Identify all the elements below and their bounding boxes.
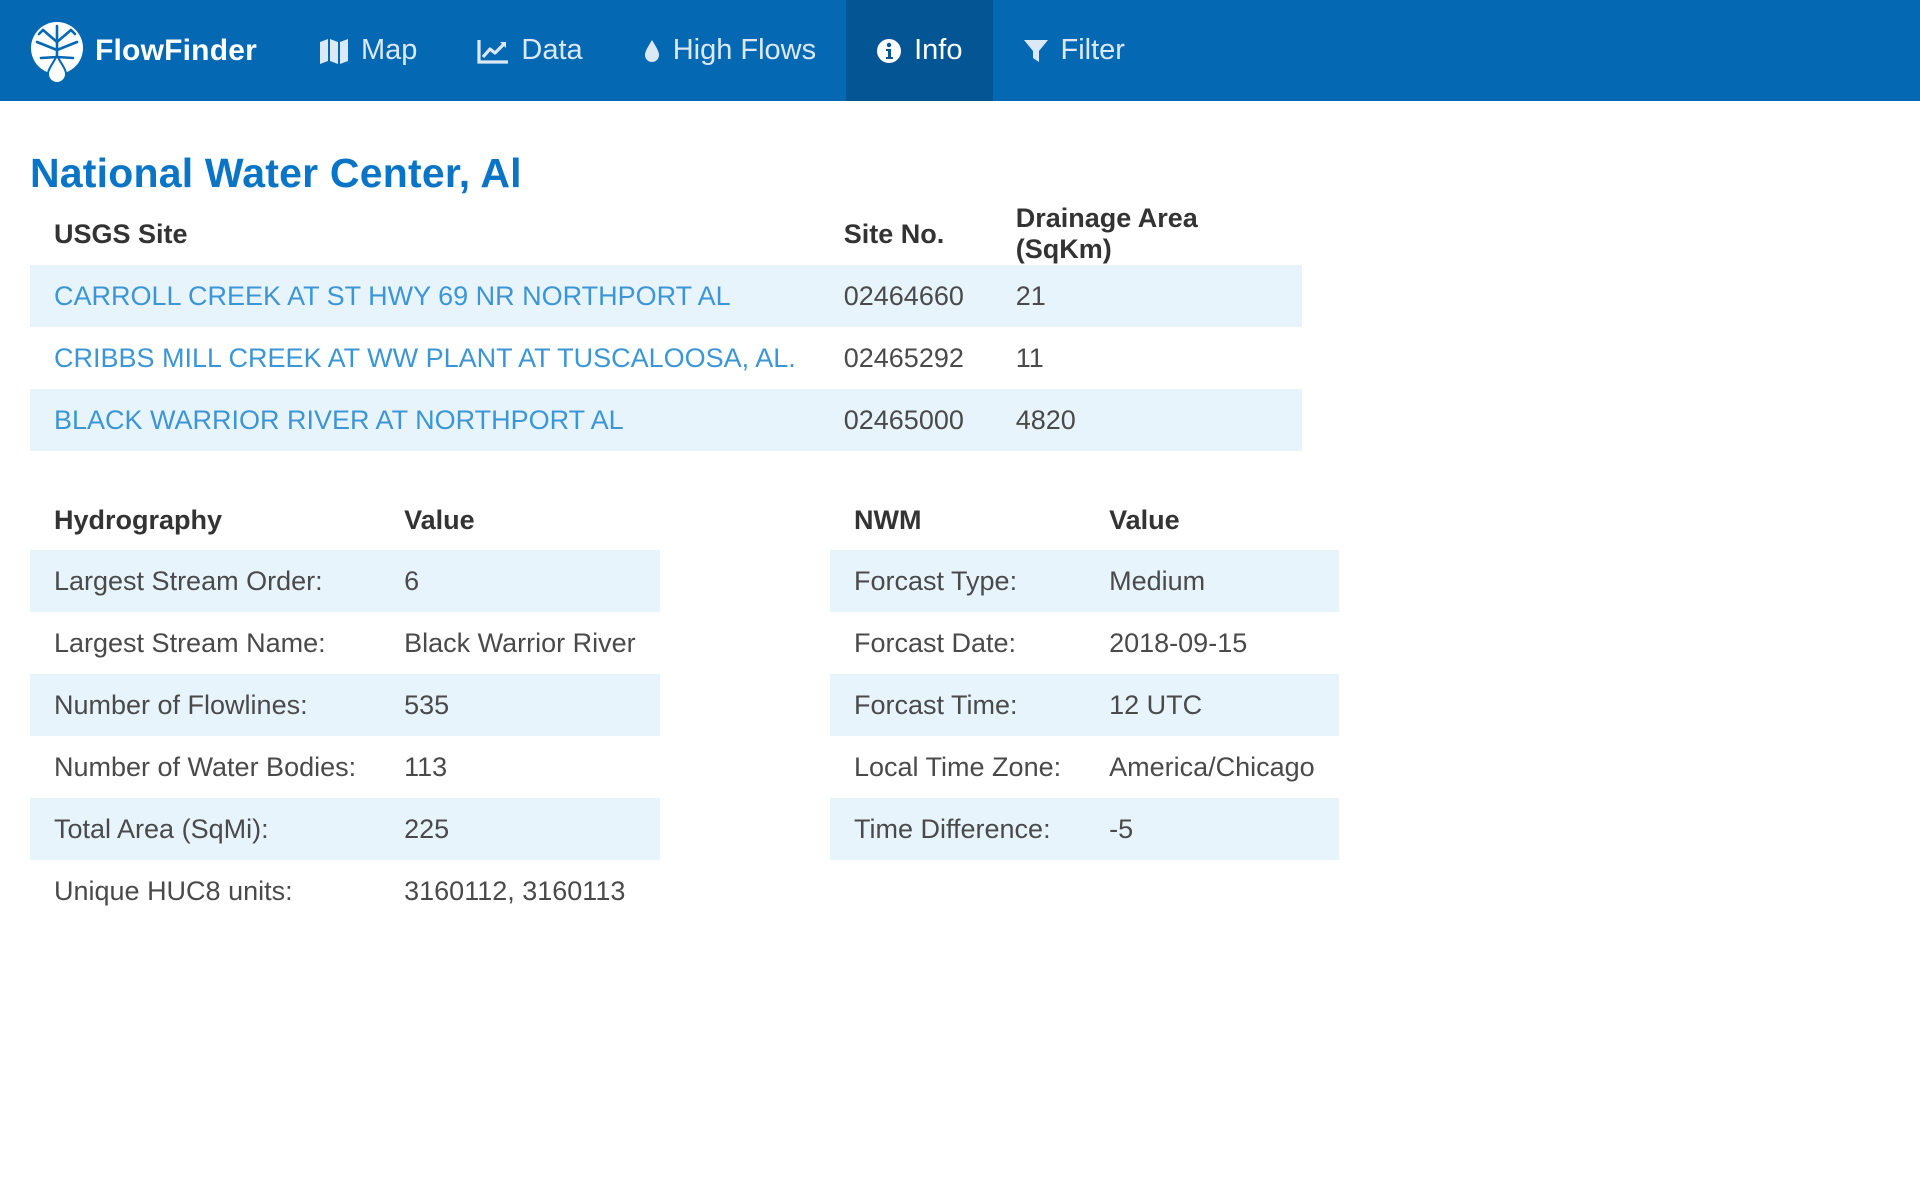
row-value: Medium xyxy=(1085,550,1339,612)
nav-info[interactable]: Info xyxy=(846,0,993,101)
site-link[interactable]: BLACK WARRIOR RIVER AT NORTHPORT AL xyxy=(54,405,624,435)
drainage-area-cell: 11 xyxy=(1015,342,1044,373)
column-header-drainage-area: Drainage Area (SqKm) xyxy=(1015,203,1198,264)
row-label: Unique HUC8 units: xyxy=(54,875,293,906)
row-label: Forcast Time: xyxy=(830,674,1086,736)
site-name-cell: BLACK WARRIOR RIVER AT NORTHPORT AL xyxy=(30,389,820,451)
table-row: Largest Stream Name: Black Warrior River xyxy=(30,612,660,674)
site-number-cell: 02465000 xyxy=(819,389,992,451)
row-value: 3160112, 3160113 xyxy=(404,875,626,906)
page-title: National Water Center, Al xyxy=(30,150,522,196)
row-label: Total Area (SqMi): xyxy=(30,798,381,860)
site-link[interactable]: CRIBBS MILL CREEK AT WW PLANT AT TUSCALO… xyxy=(54,343,796,373)
row-label: Largest Stream Name: xyxy=(54,627,326,658)
nav-info-label: Info xyxy=(914,34,963,66)
table-header-row: Hydrography Value xyxy=(30,490,660,550)
row-value: 12 UTC xyxy=(1085,674,1339,736)
site-name-cell: CRIBBS MILL CREEK AT WW PLANT AT TUSCALO… xyxy=(30,327,820,389)
table-row: Number of Water Bodies: 113 xyxy=(30,736,660,798)
nav-filter[interactable]: Filter xyxy=(993,0,1155,101)
nav-map[interactable]: Map xyxy=(289,0,447,101)
table-header-row: NWM Value xyxy=(830,490,1339,550)
table-row: Forcast Date: 2018-09-15 xyxy=(830,612,1339,674)
site-name-cell: CARROLL CREEK AT ST HWY 69 NR NORTHPORT … xyxy=(30,265,820,327)
column-header-usgs-site: USGS Site xyxy=(54,218,188,249)
table-row: Time Difference: -5 xyxy=(830,798,1339,860)
table-row: Local Time Zone: America/Chicago xyxy=(830,736,1339,798)
nav-map-label: Map xyxy=(361,34,418,66)
row-label: Number of Water Bodies: xyxy=(54,751,357,782)
nav-data-label: Data xyxy=(521,34,583,66)
brand-link[interactable]: FlowFinder xyxy=(0,0,289,101)
brand-name: FlowFinder xyxy=(95,33,257,67)
row-value: Black Warrior River xyxy=(404,627,636,658)
row-value: 535 xyxy=(380,674,660,736)
row-label: Largest Stream Order: xyxy=(30,550,381,612)
table-header-row: USGS Site Site No. Drainage Area (SqKm) xyxy=(30,203,1302,265)
nwm-table: NWM Value Forcast Type: Medium Forcast D… xyxy=(830,490,1339,860)
column-header-nwm: NWM xyxy=(854,504,922,535)
table-row: BLACK WARRIOR RIVER AT NORTHPORT AL 0246… xyxy=(30,389,1302,451)
top-navbar: FlowFinder Map Data High Flows Info Filt… xyxy=(0,0,1920,101)
row-value: 6 xyxy=(380,550,660,612)
site-number-cell: 02464660 xyxy=(819,265,992,327)
drainage-area-cell: 4820 xyxy=(991,389,1302,451)
row-label: Forcast Date: xyxy=(854,627,1017,658)
column-header-value: Value xyxy=(404,504,475,535)
site-link[interactable]: CARROLL CREEK AT ST HWY 69 NR NORTHPORT … xyxy=(54,281,731,311)
row-label: Local Time Zone: xyxy=(854,751,1062,782)
row-value: 113 xyxy=(404,751,448,782)
drainage-area-cell: 21 xyxy=(991,265,1302,327)
row-label: Time Difference: xyxy=(830,798,1086,860)
nav-high-flows-label: High Flows xyxy=(672,34,817,66)
filter-icon xyxy=(1023,39,1048,62)
row-value: 2018-09-15 xyxy=(1109,627,1248,658)
row-value: -5 xyxy=(1085,798,1339,860)
info-circle-icon xyxy=(877,38,902,63)
table-row: Forcast Type: Medium xyxy=(830,550,1339,612)
nav-filter-label: Filter xyxy=(1060,34,1125,66)
row-label: Forcast Type: xyxy=(830,550,1086,612)
usgs-sites-table: USGS Site Site No. Drainage Area (SqKm) … xyxy=(30,203,1302,451)
row-value: 225 xyxy=(380,798,660,860)
column-header-hydrography: Hydrography xyxy=(54,504,223,535)
table-row: CARROLL CREEK AT ST HWY 69 NR NORTHPORT … xyxy=(30,265,1302,327)
flowfinder-logo-icon xyxy=(31,21,83,82)
water-drop-icon xyxy=(644,39,659,62)
column-header-value: Value xyxy=(1109,504,1180,535)
map-icon xyxy=(320,38,348,64)
row-value: America/Chicago xyxy=(1109,751,1315,782)
table-row: Forcast Time: 12 UTC xyxy=(830,674,1339,736)
nav-data[interactable]: Data xyxy=(447,0,612,101)
table-row: Number of Flowlines: 535 xyxy=(30,674,660,736)
column-header-site-no: Site No. xyxy=(843,218,945,249)
page-header: National Water Center, Al xyxy=(30,148,522,198)
table-row: Unique HUC8 units: 3160112, 3160113 xyxy=(30,860,660,922)
nav-high-flows[interactable]: High Flows xyxy=(613,0,846,101)
table-row: CRIBBS MILL CREEK AT WW PLANT AT TUSCALO… xyxy=(30,327,1302,389)
line-chart-icon xyxy=(477,39,509,64)
row-label: Number of Flowlines: xyxy=(30,674,381,736)
hydrography-table: Hydrography Value Largest Stream Order: … xyxy=(30,490,660,922)
table-row: Largest Stream Order: 6 xyxy=(30,550,660,612)
site-number-cell: 02465292 xyxy=(843,342,964,373)
table-row: Total Area (SqMi): 225 xyxy=(30,798,660,860)
